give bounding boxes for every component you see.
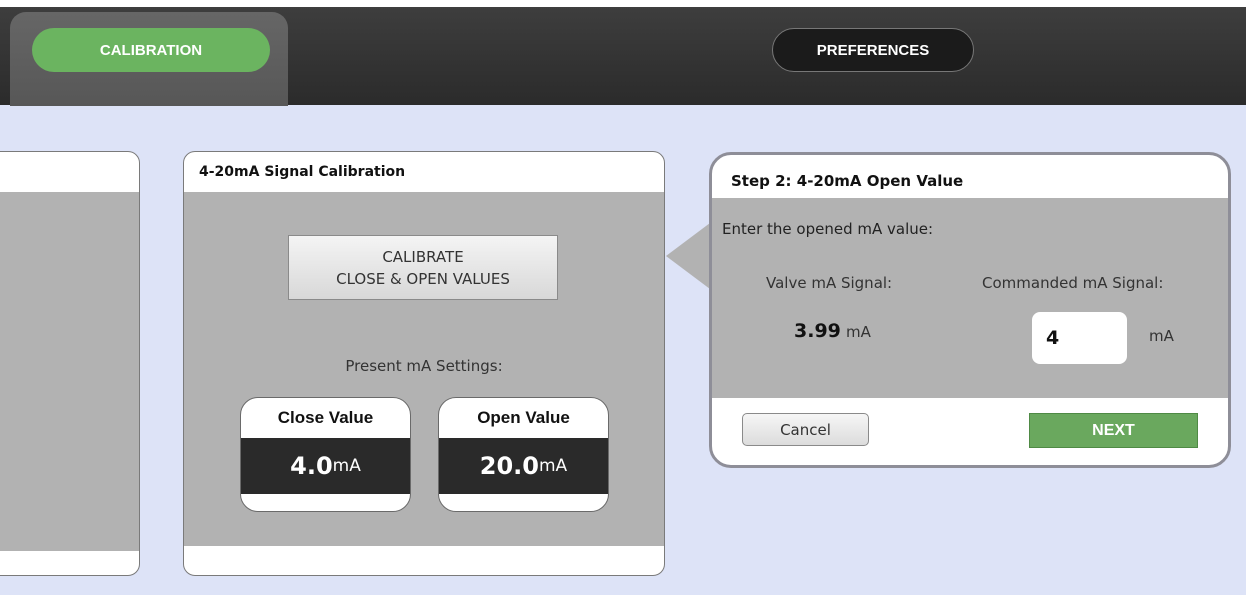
open-value-prompt: Enter the opened mA value: (722, 220, 934, 238)
commanded-signal-label: Commanded mA Signal: (982, 274, 1164, 292)
open-value-box: Open Value 20.0 mA (438, 397, 609, 512)
valve-signal-unit: mA (845, 323, 871, 341)
calibration-panel: 4-20mA Signal Calibration CALIBRATE CLOS… (183, 151, 665, 576)
calibrate-button-line2: CLOSE & OPEN VALUES (336, 269, 510, 288)
valve-signal-value: 3.99 (794, 320, 841, 342)
open-value-unit: mA (539, 456, 568, 476)
step-dialog-body: Enter the opened mA value: Valve mA Sign… (712, 198, 1228, 398)
cancel-button[interactable]: Cancel (742, 413, 869, 446)
dialog-pointer-arrow (666, 220, 714, 292)
present-settings-label: Present mA Settings: (345, 357, 503, 375)
close-value-number: 4.0 (290, 452, 333, 480)
valve-signal-reading: 3.99 mA (794, 320, 871, 342)
close-value-unit: mA (332, 456, 361, 476)
step-dialog: Step 2: 4-20mA Open Value Enter the open… (709, 152, 1231, 468)
calibrate-button-line1: CALIBRATE (382, 247, 464, 266)
tab-preferences[interactable]: PREFERENCES (772, 28, 974, 72)
close-value-display: 4.0 mA (241, 438, 410, 494)
commanded-signal-input[interactable]: 4 (1032, 312, 1127, 364)
calibration-panel-body: CALIBRATE CLOSE & OPEN VALUES Present mA… (184, 192, 664, 546)
open-value-header: Open Value (477, 408, 570, 427)
calibrate-close-open-button[interactable]: CALIBRATE CLOSE & OPEN VALUES (288, 235, 558, 300)
calibration-panel-title: 4-20mA Signal Calibration (199, 164, 406, 180)
next-button[interactable]: NEXT (1029, 413, 1198, 448)
close-value-header: Close Value (277, 408, 374, 427)
commanded-signal-unit: mA (1149, 327, 1174, 345)
tab-calibration[interactable]: CALIBRATION (32, 28, 270, 72)
open-value-number: 20.0 (479, 452, 539, 480)
top-navigation-bar: CALIBRATION PREFERENCES (0, 0, 1246, 106)
open-value-display: 20.0 mA (439, 438, 608, 494)
close-value-box: Close Value 4.0 mA (240, 397, 411, 512)
top-strip (0, 0, 1246, 7)
step-dialog-title: Step 2: 4-20mA Open Value (731, 172, 964, 190)
left-panel (0, 151, 140, 576)
valve-signal-label: Valve mA Signal: (766, 274, 893, 292)
left-panel-body (0, 192, 139, 551)
